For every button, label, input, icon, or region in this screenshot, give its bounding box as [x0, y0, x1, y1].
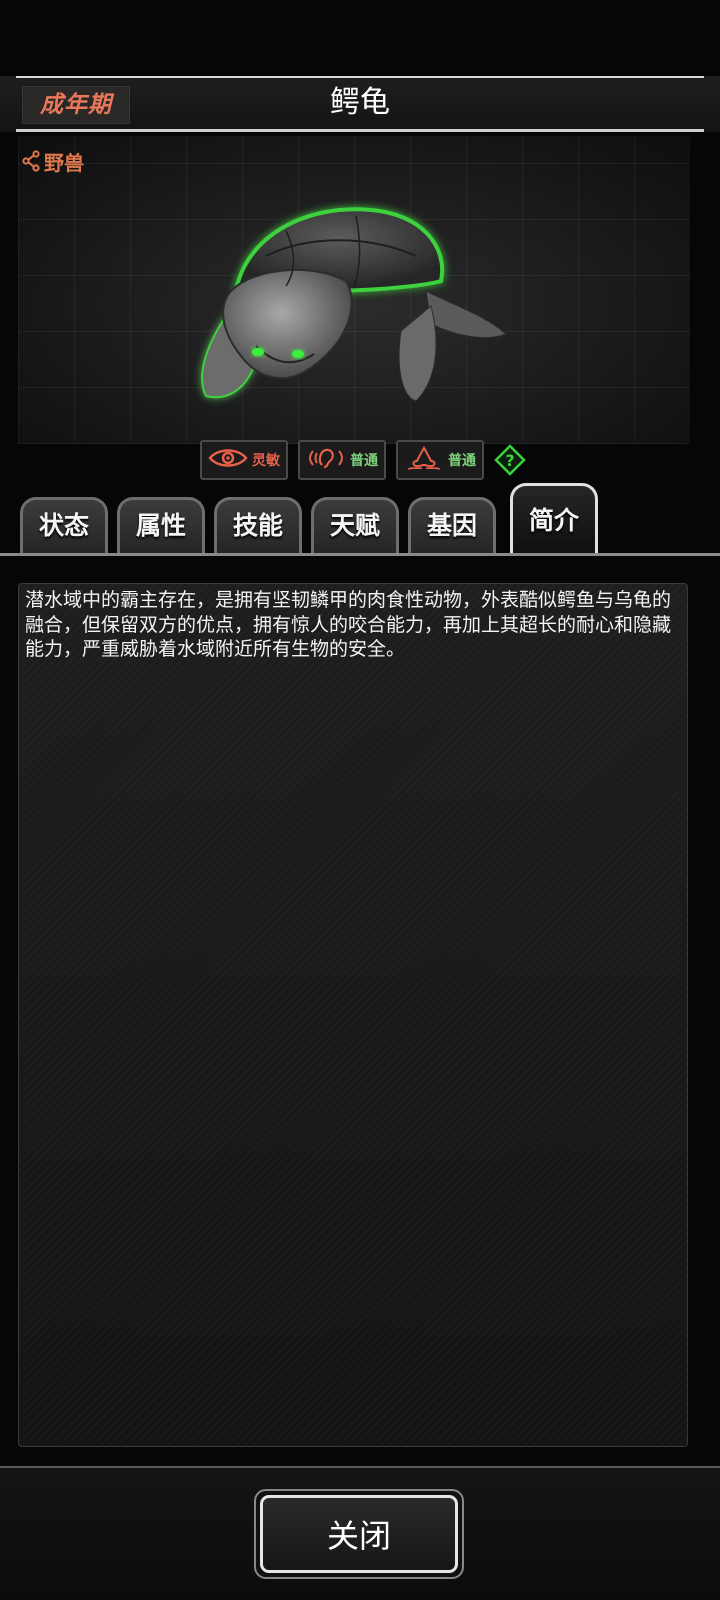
trait-badges: 灵敏 普通 普通 ? — [200, 440, 526, 480]
creature-title: 鳄龟 — [330, 85, 390, 120]
close-button-label: 关闭 — [260, 1495, 458, 1573]
tab-talents[interactable]: 天赋 — [311, 497, 399, 553]
creature-image — [186, 196, 526, 416]
svg-text:?: ? — [505, 451, 514, 470]
description-text: 潜水域中的霸主存在，是拥有坚韧鳞甲的肉食性动物，外表酷似鳄鱼与乌龟的融合，但保留… — [25, 589, 672, 660]
eye-icon — [208, 446, 248, 474]
header-bottom-line — [16, 129, 704, 132]
nose-icon — [404, 445, 444, 475]
tab-bar-line — [0, 553, 720, 556]
trait-hearing[interactable]: 普通 — [298, 440, 386, 480]
ear-icon — [306, 445, 346, 475]
trait-vision-label: 灵敏 — [252, 453, 280, 469]
tab-introduction[interactable]: 简介 — [510, 483, 598, 553]
trait-hearing-label: 普通 — [350, 453, 378, 469]
tab-bar: 状态 属性 技能 天赋 基因 简介 — [0, 483, 720, 556]
category-tag[interactable]: 野兽 — [22, 148, 84, 175]
description-panel: 潜水域中的霸主存在，是拥有坚韧鳞甲的肉食性动物，外表酷似鳄鱼与乌龟的融合，但保留… — [18, 583, 688, 1447]
tab-skills[interactable]: 技能 — [214, 497, 302, 553]
tab-status[interactable]: 状态 — [20, 497, 108, 553]
header-top-line — [16, 76, 704, 78]
trait-smell-label: 普通 — [448, 453, 476, 469]
category-label: 野兽 — [44, 150, 84, 175]
footer-top-line — [0, 1466, 720, 1468]
tab-genes[interactable]: 基因 — [408, 497, 496, 553]
trait-vision[interactable]: 灵敏 — [200, 440, 288, 480]
close-button[interactable]: 关闭 — [254, 1489, 464, 1579]
share-icon — [22, 150, 40, 172]
help-icon[interactable]: ? — [494, 444, 526, 476]
trait-smell[interactable]: 普通 — [396, 440, 484, 480]
tab-attributes[interactable]: 属性 — [117, 497, 205, 553]
header-bar: 成年期 鳄龟 — [0, 76, 720, 132]
